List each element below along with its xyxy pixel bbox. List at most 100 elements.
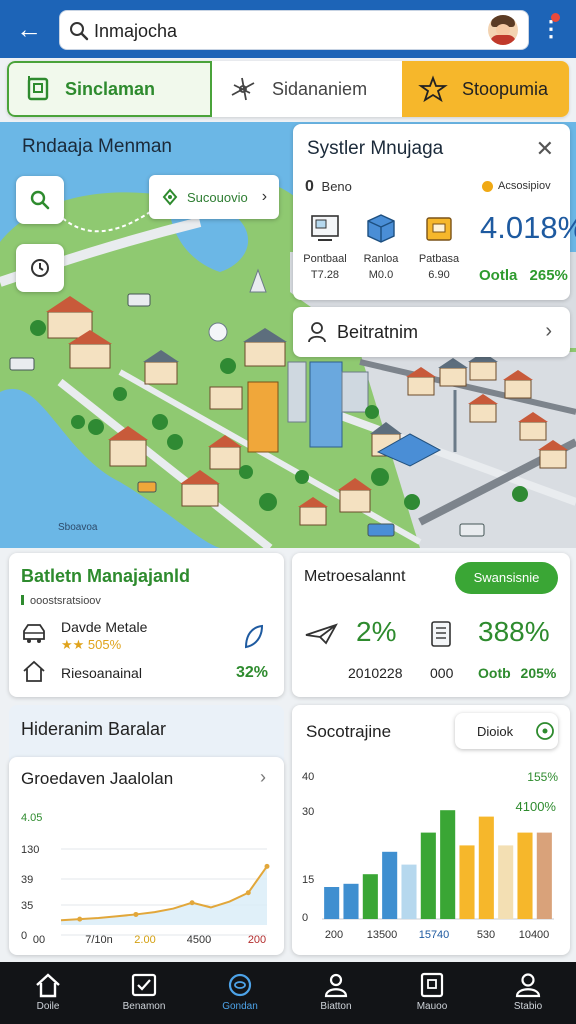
search-bar[interactable] xyxy=(59,10,529,50)
line-point xyxy=(245,890,251,896)
nav-item-profile[interactable]: Stabio xyxy=(480,962,576,1024)
line-area xyxy=(61,866,267,925)
bottom-nav: Doile Benamon Gondan Biatton Mauoo Stabi… xyxy=(0,962,576,1024)
leaf-icon xyxy=(244,624,264,649)
nav-item-home[interactable]: Doile xyxy=(0,962,96,1024)
row-rating: ★★ 505% xyxy=(61,637,122,652)
search-input[interactable] xyxy=(94,19,474,43)
bar-section: Socotrajine Dioiok 40 30 15 0 155% 4100% 200 13… xyxy=(292,705,570,955)
category-item[interactable]: Ranloa M0.0 xyxy=(355,212,407,281)
nav-label: Mauoo xyxy=(416,1001,448,1012)
result-row[interactable]: Beitratnim › xyxy=(293,307,570,357)
bar xyxy=(517,832,533,919)
home-icon xyxy=(36,973,60,998)
pin-icon xyxy=(162,188,178,206)
count-label: Beno xyxy=(321,179,352,194)
tab-sidananiem[interactable]: Sidananiem xyxy=(212,61,402,117)
line-point xyxy=(189,900,195,906)
register-icon xyxy=(431,621,451,647)
category-value: M0.0 xyxy=(368,269,394,281)
bar xyxy=(343,883,359,919)
bar xyxy=(498,845,514,919)
x-tick-label: 4500 xyxy=(187,934,211,946)
category-label: Pontbaal xyxy=(303,253,347,265)
nav-label: Stabio xyxy=(513,1001,543,1012)
stats-title: Systler Mnujaga xyxy=(307,138,444,159)
status-dot xyxy=(482,181,493,192)
nav-label: Gondan xyxy=(222,1001,258,1012)
stats-footer: Ootla 265% xyxy=(479,267,568,284)
metric-sub-label: Ootb xyxy=(478,665,511,681)
map-history-button[interactable] xyxy=(16,244,64,292)
result-label: Beitratnim xyxy=(337,321,419,342)
metrics-card: Metroesalannt Swansisnie 2% 388% 2010228… xyxy=(292,553,570,697)
bar xyxy=(478,816,494,919)
nav-label: Doile xyxy=(36,1001,60,1012)
close-icon[interactable]: ✕ xyxy=(536,136,554,162)
metric-value: 388% xyxy=(478,616,550,647)
bar xyxy=(401,864,417,919)
nav-item-globe[interactable]: Gondan xyxy=(192,962,288,1024)
x-tick-label: 10400 xyxy=(519,929,550,941)
x-tick-label: 15740 xyxy=(419,929,450,941)
metric-sub: 000 xyxy=(430,665,454,681)
bar xyxy=(324,887,340,919)
y-tick-label: 0 xyxy=(21,930,27,942)
search-icon xyxy=(30,190,50,210)
notification-dot xyxy=(551,13,560,22)
x-tick-label: 530 xyxy=(477,929,495,941)
metric-sub: 2010228 xyxy=(348,665,403,681)
stats-panel: Systler Mnujaga ✕ 0 Beno Acsosipiov Pont… xyxy=(293,124,576,300)
row-value: 32% xyxy=(235,664,268,681)
card-title: Metroesalannt xyxy=(304,568,406,585)
chart-top-label: 4.05 xyxy=(21,812,42,824)
y-tick-label: 40 xyxy=(302,771,314,783)
nav-item-person[interactable]: Biatton xyxy=(288,962,384,1024)
y-tick-label: 15 xyxy=(302,874,314,886)
tab-stoopumia[interactable]: Stoopumia xyxy=(402,61,569,117)
annotation-label: 4100% xyxy=(516,799,557,814)
nav-label: Benamon xyxy=(122,1001,166,1012)
map-title: Rndaaja Menman xyxy=(22,136,172,157)
line-chart: 4.0513039350 00 7/10n 2.00 4500 200 xyxy=(21,812,270,946)
annotation-label: 155% xyxy=(527,770,558,784)
row-name: Riesoanainal xyxy=(61,665,142,681)
bar xyxy=(536,832,552,919)
category-label: Ranloa xyxy=(363,253,399,265)
avatar[interactable] xyxy=(488,15,518,45)
nav-label: Biatton xyxy=(320,1001,352,1012)
card-title: Batletn Manajajanld xyxy=(21,566,191,586)
metric-sub-value: 205% xyxy=(520,665,557,681)
x-tick-label: 13500 xyxy=(367,929,398,941)
x-tick-label: 00 xyxy=(33,934,45,946)
y-tick-label: 130 xyxy=(21,844,39,856)
bar xyxy=(440,810,456,919)
metrics-action-button[interactable]: Swansisnie xyxy=(455,562,558,594)
map-location-chip[interactable]: Sucouovio › xyxy=(149,175,279,219)
monitor-icon xyxy=(311,215,339,241)
stats-big-value: 4.018% xyxy=(480,210,576,245)
nav-item-tasks[interactable]: Benamon xyxy=(96,962,192,1024)
map-search-button[interactable] xyxy=(16,176,64,224)
x-tick-label: 2.00 xyxy=(134,934,155,946)
bar xyxy=(362,874,378,919)
category-item[interactable]: Pontbaal T7.28 xyxy=(299,212,351,281)
search-icon xyxy=(70,22,89,41)
category-item[interactable]: Patbasa 6.90 xyxy=(413,212,465,281)
stats-count: 0 Beno xyxy=(305,178,352,196)
tab-label: Stoopumia xyxy=(462,78,549,99)
status-label: Acsosipiov xyxy=(498,180,551,192)
footer-label: Ootla xyxy=(479,267,518,284)
tab-sinclaman[interactable]: Sinclaman xyxy=(7,61,212,117)
x-tick-label: 7/10n xyxy=(85,934,113,946)
trend-card: Groedaven Jaalolan › 4.05 130 39 35 0 00 7/10n… xyxy=(9,757,284,955)
nav-item-tablet[interactable]: Mauoo xyxy=(384,962,480,1024)
back-arrow-icon[interactable]: ← xyxy=(14,14,44,44)
line-point xyxy=(133,911,139,917)
y-tick-label: 30 xyxy=(302,806,314,818)
bar xyxy=(382,851,398,919)
management-card: Batletn Manajajanld ooostsratsioov Davde… xyxy=(9,553,284,697)
bar-chart: 40 30 15 0 155% 4100% 200 13500 15740 530 10400 xyxy=(302,770,558,941)
y-tick-label: 0 xyxy=(302,912,308,924)
line-point xyxy=(264,863,270,869)
